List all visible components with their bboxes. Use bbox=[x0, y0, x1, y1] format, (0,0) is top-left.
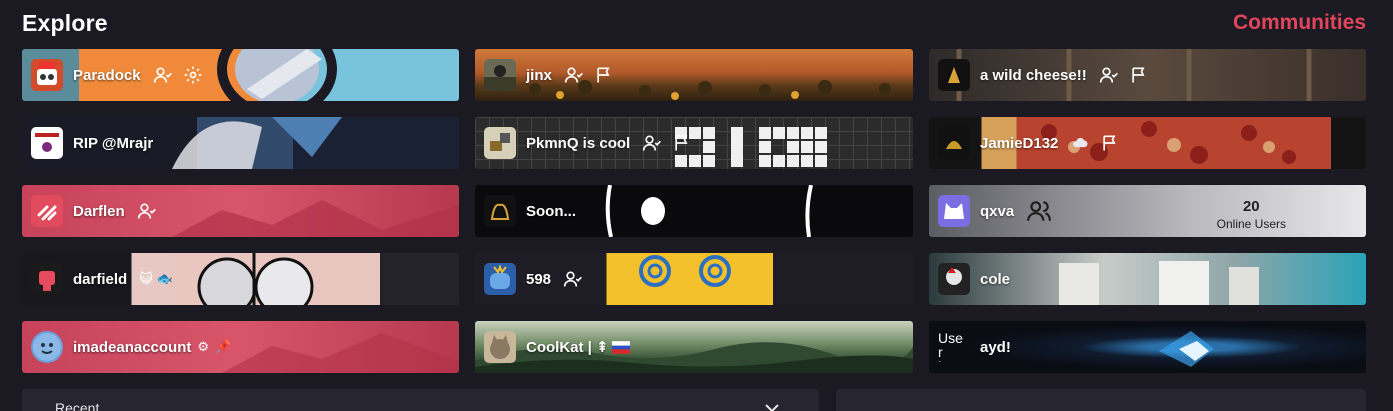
avatar bbox=[484, 59, 516, 91]
profile-card-darflen[interactable]: Darflen bbox=[22, 185, 459, 237]
user-check-icon bbox=[564, 65, 584, 85]
profile-name: PkmnQ is cool bbox=[526, 134, 631, 152]
online-label: Online Users bbox=[1216, 217, 1286, 231]
user-check-icon bbox=[563, 269, 583, 289]
profile-card-ayd[interactable]: Use r icon ayd! bbox=[929, 321, 1366, 373]
user-check-icon bbox=[1099, 65, 1119, 85]
avatar bbox=[484, 195, 516, 227]
profile-name: jinx bbox=[526, 66, 552, 84]
profile-name: 598 bbox=[526, 270, 552, 288]
profile-card-a-wild-cheese[interactable]: a wild cheese!! bbox=[929, 49, 1366, 101]
user-check-icon bbox=[153, 65, 173, 85]
profile-card-soon[interactable]: Soon... bbox=[475, 185, 913, 237]
avatar bbox=[938, 127, 970, 159]
profile-name: Paradock bbox=[73, 66, 141, 84]
avatar bbox=[938, 263, 970, 295]
flag-icon[interactable] bbox=[1100, 133, 1120, 153]
recent-label: Recent bbox=[55, 400, 100, 411]
profile-name-suffix: ⇞ bbox=[596, 339, 609, 356]
gear-emoji-icon: ⚙ bbox=[197, 339, 210, 354]
profile-name: a wild cheese!! bbox=[980, 66, 1087, 84]
profile-name: CoolKat | ⇞ bbox=[526, 339, 609, 356]
avatar bbox=[484, 263, 516, 295]
profile-card-598[interactable]: 598 bbox=[475, 253, 913, 305]
fish-emoji-icon: 🐟 bbox=[156, 271, 173, 286]
avatar bbox=[31, 127, 63, 159]
flag-icon[interactable] bbox=[1129, 65, 1149, 85]
profile-card-jinx[interactable]: jinx bbox=[475, 49, 913, 101]
profile-card-imadeanaccount[interactable]: imadeanaccount ⚙ 📌 bbox=[22, 321, 459, 373]
users-icon bbox=[1026, 201, 1052, 221]
avatar bbox=[31, 195, 63, 227]
profile-name: ayd! bbox=[980, 338, 1011, 356]
profile-card-coolkat[interactable]: CoolKat | ⇞ bbox=[475, 321, 913, 373]
avatar bbox=[938, 195, 970, 227]
profile-card-darfield[interactable]: darfield 😺 🐟 bbox=[22, 253, 459, 305]
avatar bbox=[31, 331, 63, 363]
profile-card-rip-mrajr[interactable]: RIP @Mrajr bbox=[22, 117, 459, 169]
profile-name: cole bbox=[980, 270, 1011, 288]
profile-name: imadeanaccount bbox=[73, 338, 192, 356]
page-title: Explore bbox=[22, 10, 108, 36]
avatar bbox=[484, 331, 516, 363]
profile-name: JamieD132 bbox=[980, 134, 1059, 152]
flag-icon[interactable] bbox=[594, 65, 614, 85]
flag-icon[interactable] bbox=[672, 133, 692, 153]
russia-flag-icon bbox=[611, 337, 631, 357]
gear-icon[interactable] bbox=[183, 65, 203, 85]
profile-card-cole[interactable]: cole bbox=[929, 253, 1366, 305]
explore-header: Explore Communities bbox=[22, 8, 1366, 40]
profile-name: RIP @Mrajr bbox=[73, 134, 154, 152]
profile-card-pkmnq[interactable]: PkmnQ is cool bbox=[475, 117, 913, 169]
avatar bbox=[938, 59, 970, 91]
avatar bbox=[31, 59, 63, 91]
recent-panel[interactable]: Recent bbox=[22, 389, 819, 411]
profile-name: Darflen bbox=[73, 202, 125, 220]
avatar bbox=[31, 263, 63, 295]
profile-name: Soon... bbox=[526, 202, 576, 220]
chevron-down-icon[interactable] bbox=[765, 403, 779, 411]
cat-emoji-icon: 😺 bbox=[139, 271, 153, 286]
profile-name: darfield bbox=[73, 270, 128, 288]
explore-grid: Paradock jinx a wild cheese!! RIP @Mrajr… bbox=[22, 49, 1366, 373]
profile-name: qxva bbox=[980, 202, 1015, 220]
profile-card-qxva[interactable]: qxva 20 Online Users bbox=[929, 185, 1366, 237]
online-count: 20 bbox=[1242, 198, 1260, 215]
side-panel bbox=[836, 389, 1366, 411]
avatar-alt-text: Use r icon bbox=[938, 331, 964, 363]
avatar bbox=[484, 127, 516, 159]
communities-link[interactable]: Communities bbox=[1233, 11, 1366, 35]
profile-card-jamied132[interactable]: JamieD132 bbox=[929, 117, 1366, 169]
pin-emoji-icon: 📌 bbox=[215, 339, 232, 354]
online-users-stat: 20 Online Users bbox=[1217, 198, 1286, 231]
user-check-icon bbox=[642, 133, 662, 153]
cloud-icon bbox=[1070, 133, 1090, 153]
user-check-icon bbox=[137, 201, 157, 221]
profile-card-paradock[interactable]: Paradock bbox=[22, 49, 459, 101]
